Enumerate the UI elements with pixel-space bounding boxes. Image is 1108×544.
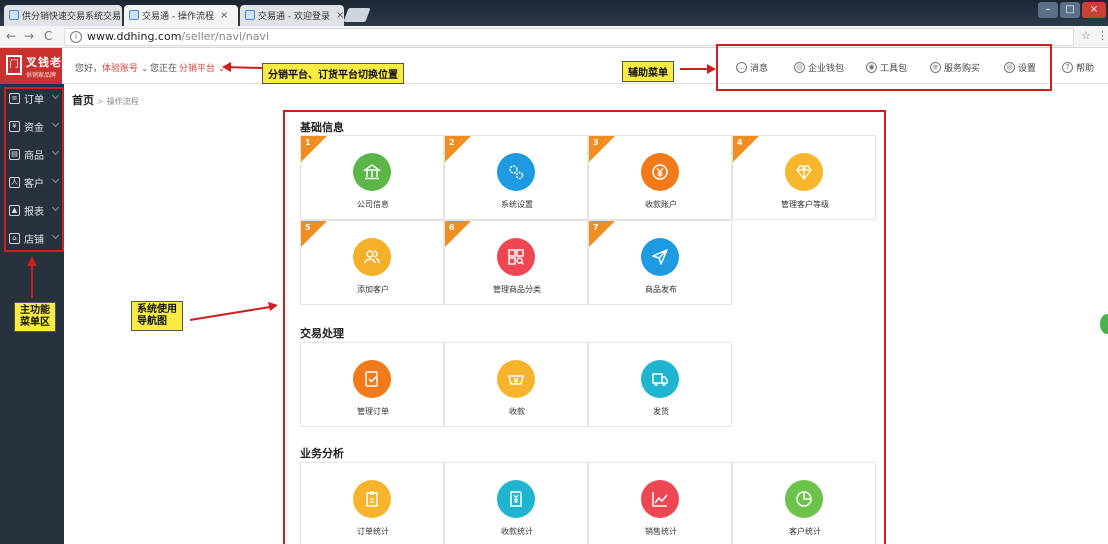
tab-title: 交易通 - 操作流程 <box>142 12 214 22</box>
breadcrumb-current: 操作流程 <box>106 97 139 106</box>
back-icon[interactable]: ← <box>6 29 16 43</box>
breadcrumb-home[interactable]: 首页 <box>72 94 94 107</box>
help-icon: ? <box>1062 62 1073 73</box>
annotation-nav-map-line2: 导航图 <box>137 316 167 327</box>
forward-icon[interactable]: → <box>24 29 34 43</box>
platform-switch-dropdown[interactable]: 分销平台 ⌄ <box>179 61 225 74</box>
url-path: /seller/navi/navi <box>181 30 269 43</box>
tab-title: 交易通 - 欢迎登录 <box>258 12 330 22</box>
floating-side-tab[interactable] <box>1100 314 1108 334</box>
logo[interactable]: 门 叉钱老 供销家品牌 <box>0 48 62 84</box>
breadcrumb: 首页 > 操作流程 <box>72 92 139 108</box>
page-favicon-icon <box>245 10 255 20</box>
aux-menu-help[interactable]: ? 帮助 <box>1062 61 1094 74</box>
reload-icon[interactable]: C <box>44 29 52 43</box>
nav-map-highlight-box <box>283 110 886 544</box>
url-domain: www.ddhing.com <box>87 30 182 43</box>
aux-menu-label: 帮助 <box>1076 64 1095 74</box>
maximize-button[interactable]: □ <box>1060 2 1080 18</box>
annotation-main-menu: 主功能 菜单区 <box>14 302 56 332</box>
minimize-button[interactable]: – <box>1038 2 1058 18</box>
logo-mark-icon: 门 <box>6 55 22 75</box>
annotation-nav-map-line1: 系统使用 <box>137 304 177 315</box>
bookmark-star-icon[interactable]: ☆ <box>1081 29 1091 42</box>
platform-at-label: 您正在 <box>150 64 178 74</box>
account-name: 体验账号 <box>102 64 139 74</box>
window-close-button[interactable]: × <box>1082 2 1106 18</box>
platform-name: 分销平台 <box>179 64 216 74</box>
annotation-aux-menu: 辅助菜单 <box>622 61 674 82</box>
browser-tab-bar: 供分销快速交易系统交易 × 交易通 - 操作流程 × 交易通 - 欢迎登录 × … <box>0 0 1108 26</box>
annotation-nav-map: 系统使用 导航图 <box>131 301 183 331</box>
new-tab-button[interactable] <box>343 8 371 22</box>
annotation-main-menu-line2: 菜单区 <box>20 317 50 328</box>
greeting-text: 您好， <box>75 64 103 74</box>
main-menu-highlight-box <box>4 87 64 252</box>
page-favicon-icon <box>9 10 19 20</box>
annotation-platform-switch: 分销平台、订货平台切换位置 <box>262 63 404 84</box>
logo-subtitle: 供销家品牌 <box>26 72 57 79</box>
browser-tab-2[interactable]: 交易通 - 操作流程 × <box>124 5 238 26</box>
tab-title: 供分销快速交易系统交易 <box>22 12 122 22</box>
page-favicon-icon <box>129 10 139 20</box>
account-dropdown[interactable]: 体验账号 ⌄ <box>102 61 148 74</box>
browser-menu-icon[interactable]: ⋮ <box>1097 29 1108 42</box>
browser-tab-1[interactable]: 供分销快速交易系统交易 × <box>4 5 122 26</box>
aux-menu-highlight-box <box>716 44 1052 91</box>
logo-name: 叉钱老 <box>26 56 62 69</box>
annotation-main-menu-line1: 主功能 <box>20 305 50 316</box>
browser-tab-3[interactable]: 交易通 - 欢迎登录 × <box>240 5 344 26</box>
tab-close-icon[interactable]: × <box>220 10 228 21</box>
breadcrumb-separator: > <box>97 97 104 106</box>
tab-close-icon[interactable]: × <box>336 10 344 21</box>
site-info-icon[interactable]: i <box>70 31 82 43</box>
